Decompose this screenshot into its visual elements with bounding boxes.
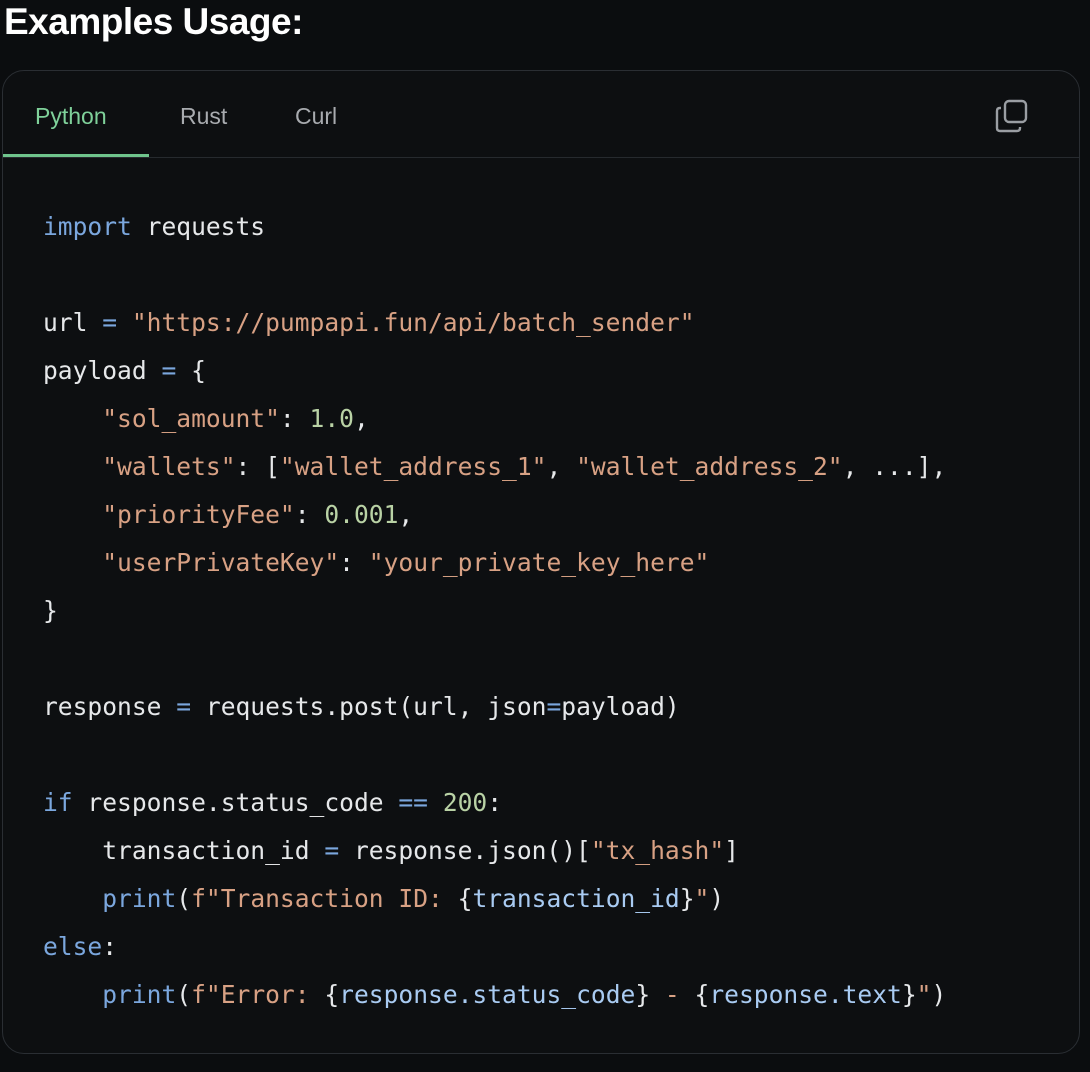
code-block: import requests url = "https://pumpapi.f… <box>43 203 946 1019</box>
tab-rust[interactable]: Rust <box>180 101 227 131</box>
code-line-13: if response.status_code == 200: <box>43 788 503 817</box>
code-line-9: } <box>43 596 58 625</box>
code-line-16: else: <box>43 932 118 961</box>
code-example-panel: Python Rust Curl import requests url = "… <box>2 70 1080 1054</box>
active-tab-indicator <box>3 154 149 157</box>
language-tabs: Python Rust Curl <box>3 71 1079 158</box>
code-line-8: "userPrivateKey": "your_private_key_here… <box>102 548 710 577</box>
tab-curl[interactable]: Curl <box>295 101 337 131</box>
code-line-11: response = requests.post(url, json=paylo… <box>43 692 680 721</box>
code-line-3: url = "https://pumpapi.fun/api/batch_sen… <box>43 308 695 337</box>
tab-python[interactable]: Python <box>35 101 107 131</box>
code-line-6: "wallets": ["wallet_address_1", "wallet_… <box>102 452 947 481</box>
code-line-4: payload = { <box>43 356 206 385</box>
code-line-14: transaction_id = response.json()["tx_has… <box>43 836 739 865</box>
code-line-5: "sol_amount": 1.0, <box>102 404 369 433</box>
code-line-1: import requests <box>43 212 266 241</box>
section-heading: Examples Usage: <box>4 1 303 42</box>
code-line-7: "priorityFee": 0.001, <box>102 500 414 529</box>
code-line-15: print(f"Transaction ID: {transaction_id}… <box>102 884 725 913</box>
code-line-17: print(f"Error: {response.status_code} - … <box>102 980 947 1009</box>
copy-button[interactable] <box>995 99 1029 133</box>
copy-icon <box>995 99 1028 133</box>
